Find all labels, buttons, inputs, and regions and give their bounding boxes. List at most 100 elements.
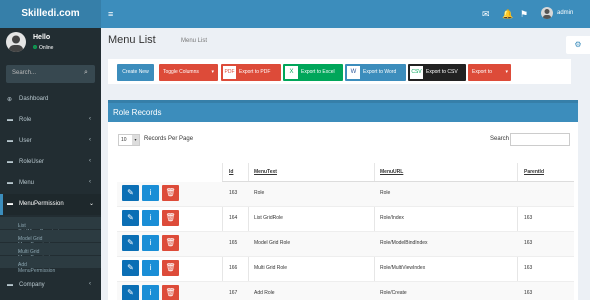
delete-button[interactable]: 🗑 [162,260,179,276]
sidebar-item-menupermission[interactable]: ▬ MenuPermission ⌄ [0,194,101,215]
per-page-select[interactable]: 10 ▾ [118,134,140,146]
edit-button[interactable]: ✎ [122,260,139,276]
page-title: Menu List [108,34,156,46]
cell-id: 165 [229,240,238,246]
sidebar-subitem-list-grid[interactable]: › List GridMenuPermission [0,217,101,235]
edit-button[interactable]: ✎ [122,210,139,226]
cell-parentid: 163 [524,290,533,296]
gear-icon[interactable]: ⚙ [566,36,590,54]
search-icon[interactable]: ⌕ [84,69,88,77]
delete-button[interactable]: 🗑 [162,210,179,226]
user-panel: Hello Online [6,32,96,60]
folder-icon: ▬ [7,180,13,186]
delete-button[interactable]: 🗑 [162,235,179,251]
cell-menuurl: Role/ModelBindIndex [380,240,428,246]
column-header-parentid[interactable]: ParentId [524,169,544,175]
search-label: Search [490,136,510,142]
export-csv-button[interactable]: CSV Export to CSV [408,64,466,81]
excel-file-icon: X [285,66,298,79]
export-pdf-button[interactable]: PDF Export to PDF [221,64,281,81]
export-excel-button[interactable]: X Export to Excel [283,64,343,81]
pencil-icon: ✎ [127,238,134,247]
table-row: ✎ i 🗑 166 Multi Grid Role Role/MultiView… [117,257,574,282]
info-button[interactable]: i [142,285,159,300]
sidebar-item-menu[interactable]: ▬ Menu ‹ [0,173,101,194]
role-records-box: Role Records 10 ▾ Records Per Page Search… [108,100,578,300]
export-to-dropdown[interactable]: Export to ▾ [468,64,511,81]
cell-menuurl: Role [380,190,391,196]
column-header-menutext[interactable]: MenuText [254,169,277,175]
table-search-input[interactable] [510,133,570,146]
caret-down-icon: ▾ [505,69,508,75]
info-button[interactable]: i [142,185,159,201]
bell-icon[interactable]: 🔔 [502,8,513,20]
cell-menuurl: Role/Create [380,290,407,296]
table-row: ✎ i 🗑 167 Add Role Role/Create 163 [117,282,574,300]
toggle-columns-button[interactable]: Toggle Columns ▾ [159,64,218,81]
edit-button[interactable]: ✎ [122,235,139,251]
info-icon: i [149,238,152,247]
pencil-icon: ✎ [127,288,134,297]
trash-icon: 🗑 [165,288,176,297]
page-subtitle: Menu List [181,38,208,44]
sidebar-subitem-model-grid[interactable]: › Model Grid MenuPermission [0,230,101,248]
top-navbar: Skilledi.com ≡ ✉ 🔔 ⚑ admin [0,0,590,28]
table-row: ✎ i 🗑 164 List GridRole Role/Index 163 [117,207,574,232]
sidebar-item-dashboard[interactable]: ⊕ Dashboard [0,89,101,110]
search-input[interactable]: Search... [12,70,36,76]
envelope-icon[interactable]: ✉ [482,8,490,20]
info-icon: i [149,288,152,297]
sidebar-subitem-multi-grid[interactable]: › Multi Grid MenuPermission [0,243,101,261]
app-logo[interactable]: Skilledi.com [0,0,101,28]
csv-file-icon: CSV [410,66,423,79]
export-toolbar: Create New Toggle Columns ▾ PDF Export to… [108,59,571,84]
info-icon: i [149,213,152,222]
chevron-left-icon: ‹ [89,179,91,185]
chevron-down-icon: ▾ [132,135,139,145]
folder-icon: ▬ [7,117,13,123]
export-word-button[interactable]: W Export to Word [345,64,406,81]
cell-id: 167 [229,290,238,296]
username-label[interactable]: admin [557,10,573,16]
sidebar-item-user[interactable]: ▬ User ‹ [0,131,101,152]
pencil-icon: ✎ [127,213,134,222]
cell-menutext: Model Grid Role [254,240,291,246]
trash-icon: 🗑 [165,238,176,247]
info-button[interactable]: i [142,210,159,226]
info-button[interactable]: i [142,235,159,251]
sidebar-item-roleuser[interactable]: ▬ RoleUser ‹ [0,152,101,173]
edit-button[interactable]: ✎ [122,185,139,201]
folder-icon: ▬ [7,138,13,144]
dashboard-icon: ⊕ [7,97,13,103]
sidebar-item-company[interactable]: ▬ Company ‹ [0,275,101,296]
cell-menutext: Role [254,190,265,196]
sidebar-subitem-add[interactable]: › Add MenuPermission [0,256,101,274]
word-file-icon: W [347,66,360,79]
chevron-left-icon: ‹ [89,158,91,164]
user-greeting: Hello [33,34,51,41]
sidebar-search[interactable]: Search... ⌕ [6,65,95,83]
info-button[interactable]: i [142,260,159,276]
cell-parentid: 163 [524,240,533,246]
user-avatar[interactable] [541,7,553,19]
delete-button[interactable]: 🗑 [162,285,179,300]
delete-button[interactable]: 🗑 [162,185,179,201]
folder-icon: ▬ [7,282,13,288]
info-icon: i [149,263,152,272]
column-header-id[interactable]: Id [229,169,233,175]
column-header-menuurl[interactable]: MenuURL [380,169,403,175]
flag-icon[interactable]: ⚑ [520,8,528,20]
table-row: ✎ i 🗑 165 Model Grid Role Role/ModelBind… [117,232,574,257]
trash-icon: 🗑 [165,263,176,272]
sidebar-toggle-icon[interactable]: ≡ [108,8,113,20]
create-new-button[interactable]: Create New [117,64,154,81]
cell-parentid: 163 [524,215,533,221]
cell-menutext: Multi Grid Role [254,265,288,271]
sidebar-item-role[interactable]: ▬ Role ‹ [0,110,101,131]
sidebar: Hello Online Search... ⌕ ⊕ Dashboard ▬ R… [0,28,101,300]
cell-parentid: 163 [524,265,533,271]
per-page-label: Records Per Page [144,136,194,142]
edit-button[interactable]: ✎ [122,285,139,300]
cell-menuurl: Role/MultiViewIndex [380,265,426,271]
online-status: Online [33,45,53,51]
